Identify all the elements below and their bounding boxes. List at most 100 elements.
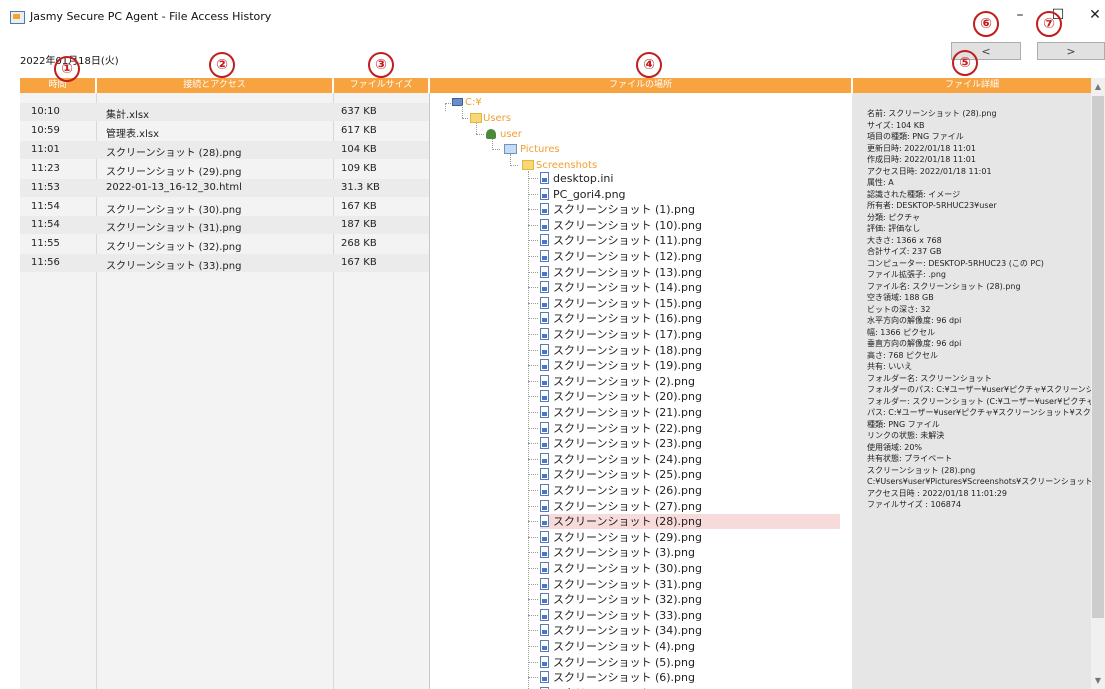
detail-line: 項目の種類: PNG ファイル (867, 132, 964, 141)
tree-file-item[interactable]: スクリーンショット (6).png (540, 670, 700, 685)
tree-line (528, 599, 538, 601)
image-file-icon (540, 484, 549, 496)
tree-file-item[interactable]: スクリーンショット (4).png (540, 639, 700, 654)
table-row[interactable]: 11:23 スクリーンショット (29).png 109 KB (20, 160, 429, 178)
app-icon (10, 11, 25, 24)
tree-node-drive[interactable]: C:¥ (442, 95, 502, 110)
tree-file-item[interactable]: スクリーンショット (25).png (540, 467, 702, 482)
row-size: 617 KB (341, 124, 377, 136)
tree-file-item[interactable]: PC_gori4.png (540, 187, 700, 202)
tree-file-item[interactable]: スクリーンショット (27).png (540, 499, 702, 514)
table-row[interactable]: 11:53 2022-01-13_16-12_30.html 31.3 KB (20, 178, 429, 197)
tree-line (476, 134, 484, 135)
detail-line: ファイル名: スクリーンショット (28).png (867, 281, 1021, 291)
tree-file-item[interactable]: スクリーンショット (24).png (540, 452, 702, 467)
tree-file-item[interactable]: スクリーンショット (22).png (540, 421, 702, 436)
header-details[interactable]: ファイル詳細 (853, 78, 1091, 93)
scroll-up-icon[interactable]: ▲ (1091, 80, 1105, 94)
detail-line: ビットの深さ: 32 (867, 304, 931, 314)
image-file-icon (540, 624, 549, 637)
tree-file-item[interactable]: スクリーンショット (31).png (540, 577, 702, 592)
row-size: 268 KB (341, 238, 377, 250)
row-name: スクリーンショット (31).png (106, 223, 242, 235)
tree-file-item[interactable]: スクリーンショット (17).png (540, 327, 702, 342)
tree-file-item[interactable]: スクリーンショット (18).png (540, 343, 702, 358)
tree-line (528, 661, 538, 663)
tree-file-item[interactable]: スクリーンショット (5).png (540, 655, 700, 670)
tree-file-item[interactable]: スクリーンショット (13).png (540, 265, 702, 280)
tree-line (528, 427, 538, 429)
tree-file-item[interactable]: スクリーンショット (12).png (540, 249, 702, 264)
header-location[interactable]: ファイルの場所 (430, 78, 851, 93)
tree-node-user[interactable]: user (486, 127, 566, 142)
marker-3: ③ (368, 52, 394, 78)
tree-file-item[interactable]: スクリーンショット (32).png (540, 592, 702, 607)
tree-file-item[interactable]: スクリーンショット (15).png (540, 296, 702, 311)
row-time: 11:01 (31, 143, 60, 155)
tree-file-label: スクリーンショット (14).png (553, 281, 702, 295)
tree-line (528, 474, 538, 476)
row-name: スクリーンショット (29).png (106, 166, 242, 178)
tree-line (528, 677, 538, 679)
header-time[interactable]: 時間 (20, 78, 95, 93)
tree-line (528, 287, 538, 289)
tree-file-item[interactable]: スクリーンショット (26).png (540, 483, 702, 498)
tree-file-item[interactable]: スクリーンショット (1).png (540, 202, 700, 217)
row-time: 11:56 (31, 257, 60, 269)
tree-file-item[interactable]: スクリーンショット (20).png (540, 389, 702, 404)
detail-line: 作成日時: 2022/01/18 11:01 (867, 155, 976, 164)
tree-file-item[interactable]: スクリーンショット (30).png (540, 561, 702, 576)
tree-node-pictures[interactable]: Pictures (504, 142, 584, 157)
table-row[interactable]: 11:56 スクリーンショット (33).png 167 KB (20, 254, 429, 273)
scrollbar-thumb[interactable] (1092, 96, 1104, 618)
detail-line: 幅: 1366 ピクセル (867, 327, 936, 337)
tree-file-item[interactable]: スクリーンショット (19).png (540, 358, 702, 373)
tree-file-label: スクリーンショット (6).png (553, 671, 695, 685)
table-row[interactable]: 11:54 スクリーンショット (31).png 187 KB (20, 216, 429, 235)
marker-5: ⑤ (952, 50, 978, 76)
tree-file-label: スクリーンショット (27).png (553, 499, 702, 513)
next-button[interactable]: > (1037, 42, 1105, 60)
tree-line (528, 240, 538, 242)
table-row[interactable]: 10:10 集計.xlsx 637 KB (20, 103, 429, 121)
tree-label-users: Users (483, 113, 512, 124)
row-time: 11:55 (31, 238, 60, 250)
header-access[interactable]: 接続とアクセス (97, 78, 332, 93)
row-name: スクリーンショット (33).png (106, 261, 242, 273)
detail-line: コンピューター: DESKTOP-5RHUC23 (この PC) (867, 258, 1044, 268)
tree-line (528, 583, 538, 585)
close-button[interactable]: ✕ (1080, 4, 1105, 26)
tree-file-item[interactable]: スクリーンショット (33).png (540, 608, 702, 623)
tree-file-item[interactable]: スクリーンショット (3).png (540, 545, 700, 560)
tree-node-users[interactable]: Users (470, 111, 550, 126)
tree-line (528, 380, 538, 382)
table-row[interactable]: 11:55 スクリーンショット (32).png 268 KB (20, 235, 429, 253)
row-name: スクリーンショット (32).png (106, 242, 242, 254)
table-row[interactable]: 11:54 スクリーンショット (30).png 167 KB (20, 198, 429, 216)
image-file-icon (540, 546, 549, 559)
tree-file-item[interactable]: スクリーンショット (29).png (540, 530, 702, 545)
tree-file-item[interactable]: スクリーンショット (28).png (540, 514, 840, 530)
image-file-icon (540, 250, 549, 262)
image-file-icon (540, 562, 549, 574)
tree-file-item[interactable]: スクリーンショット (21).png (540, 405, 702, 420)
header-size[interactable]: ファイルサイズ (334, 78, 428, 93)
tree-file-item[interactable]: desktop.ini (540, 171, 700, 186)
tree-file-item[interactable]: スクリーンショット (10).png (540, 218, 702, 233)
tree-file-item[interactable]: スクリーンショット (23).png (540, 436, 702, 451)
minimize-button[interactable]: – (1005, 4, 1035, 26)
tree-file-item[interactable]: スクリーンショット (34).png (540, 623, 702, 638)
image-file-icon (540, 187, 549, 200)
image-file-icon (540, 374, 549, 387)
tree-file-item[interactable]: スクリーンショット (11).png (540, 233, 702, 248)
tree-file-item[interactable]: スクリーンショット (16).png (540, 311, 702, 326)
tree-file-item[interactable]: スクリーンショット (2).png (540, 374, 700, 389)
tree-file-item[interactable]: スクリーンショット (14).png (540, 280, 702, 295)
tree-file-label: スクリーンショット (13).png (553, 265, 702, 279)
scroll-down-icon[interactable]: ▼ (1091, 674, 1105, 688)
file-tree[interactable]: C:¥ Users user Pictures Screenshots desk… (429, 93, 853, 689)
row-time: 11:54 (31, 200, 60, 212)
row-time: 10:59 (31, 124, 60, 136)
table-row[interactable]: 10:59 管理表.xlsx 617 KB (20, 122, 429, 140)
table-row[interactable]: 11:01 スクリーンショット (28).png 104 KB (20, 140, 429, 159)
